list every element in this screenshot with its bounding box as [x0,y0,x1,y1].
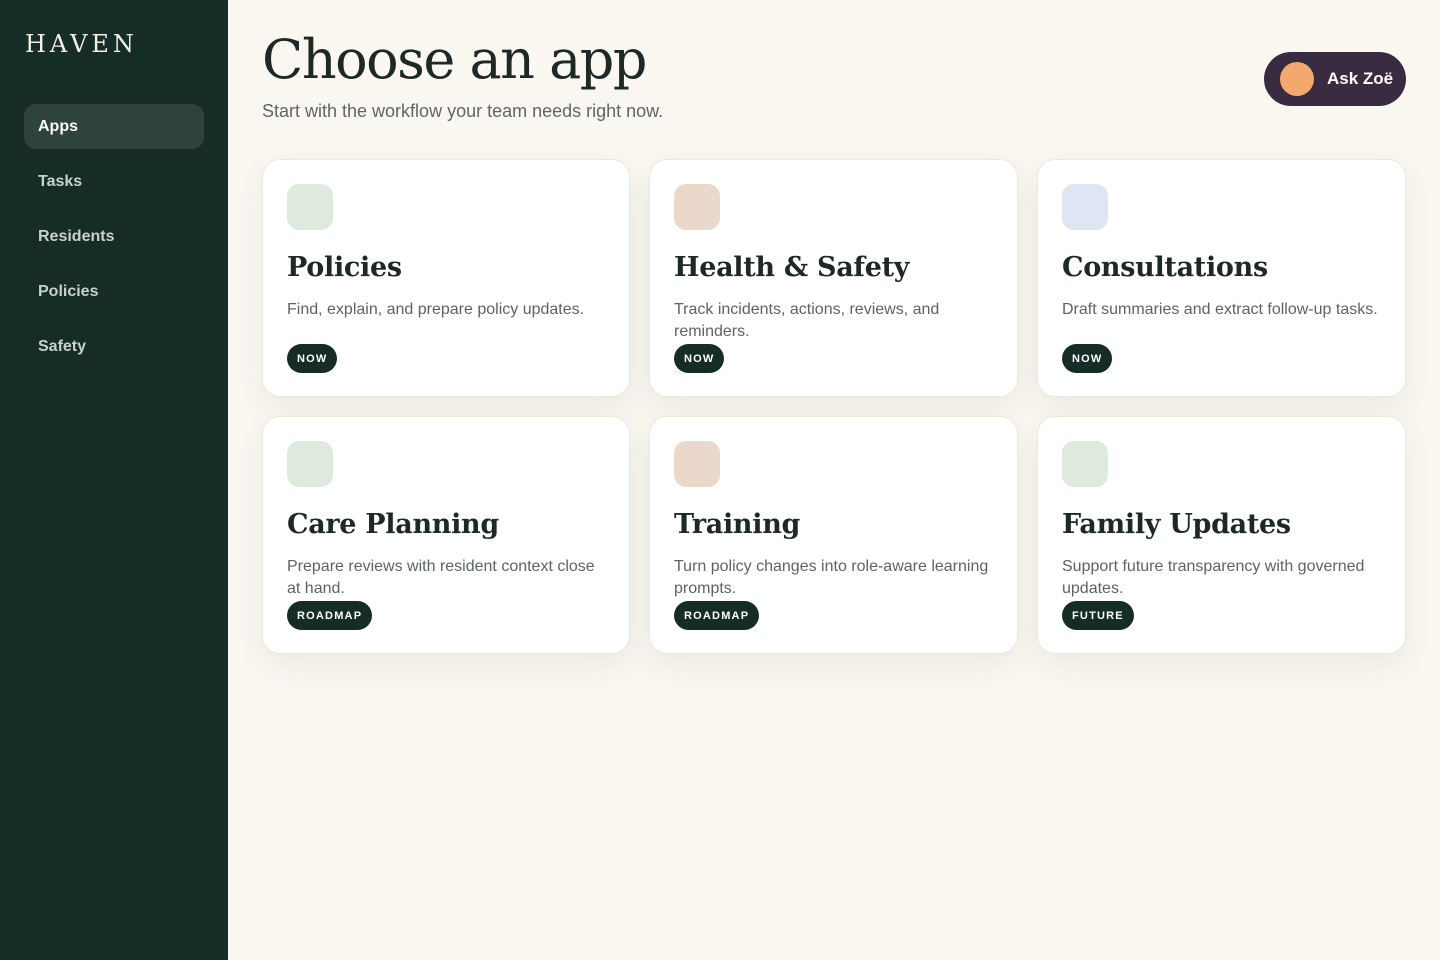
page-subtitle: Start with the workflow your team needs … [262,101,664,121]
card-title: Policies [287,252,402,283]
card-title: Consultations [1062,252,1268,283]
card-description: Prepare reviews with resident context cl… [287,558,595,597]
sidebar-item-tasks[interactable]: Tasks [24,159,204,204]
card-description: Support future transparency with governe… [1062,558,1365,597]
family-updates-app-icon [1062,441,1108,487]
app-card-care-planning[interactable]: Care Planning Prepare reviews with resid… [262,416,630,654]
app-card-consultations[interactable]: Consultations Draft summaries and extrac… [1037,159,1406,397]
health-safety-app-icon [674,184,720,230]
sidebar-item-apps[interactable]: Apps [24,104,204,149]
logo: HAVEN [25,30,138,58]
app-card-family-updates[interactable]: Family Updates Support future transparen… [1037,416,1406,654]
sidebar-nav: Apps Tasks Residents Policies Safety [24,104,204,379]
status-badge: FUTURE [1062,601,1134,630]
card-description: Track incidents, actions, reviews, and r… [674,301,940,340]
status-badge: NOW [287,344,338,373]
ask-zoe-button[interactable]: Ask Zoë [1264,52,1406,106]
card-title: Training [674,509,801,540]
app-card-training[interactable]: Training Turn policy changes into role-a… [649,416,1018,654]
app-card-health-safety[interactable]: Health & Safety Track incidents, actions… [649,159,1018,397]
card-description: Draft summaries and extract follow-up ta… [1062,301,1378,318]
ask-zoe-label: Ask Zoë [1327,69,1394,88]
status-badge: NOW [674,344,725,373]
sidebar: HAVEN Apps Tasks Residents Policies Safe… [0,0,228,960]
policies-app-icon [287,184,333,230]
app-card-policies[interactable]: Policies Find, explain, and prepare poli… [262,159,630,397]
main-content: Choose an app Start with the workflow yo… [228,0,1440,960]
status-badge: NOW [1062,344,1113,373]
sidebar-item-residents[interactable]: Residents [24,214,204,259]
consultations-app-icon [1062,184,1108,230]
sidebar-item-safety[interactable]: Safety [24,324,204,369]
card-title: Care Planning [287,509,499,540]
card-description: Turn policy changes into role-aware lear… [674,558,989,597]
assistant-avatar [1280,62,1314,96]
care-planning-app-icon [287,441,333,487]
status-badge: ROADMAP [674,601,760,630]
sidebar-item-policies[interactable]: Policies [24,269,204,314]
card-title: Health & Safety [674,252,910,283]
card-title: Family Updates [1062,509,1291,540]
app-grid: Policies Find, explain, and prepare poli… [262,159,1406,654]
card-description: Find, explain, and prepare policy update… [287,301,585,318]
page-title: Choose an app [262,28,647,91]
status-badge: ROADMAP [287,601,373,630]
training-app-icon [674,441,720,487]
